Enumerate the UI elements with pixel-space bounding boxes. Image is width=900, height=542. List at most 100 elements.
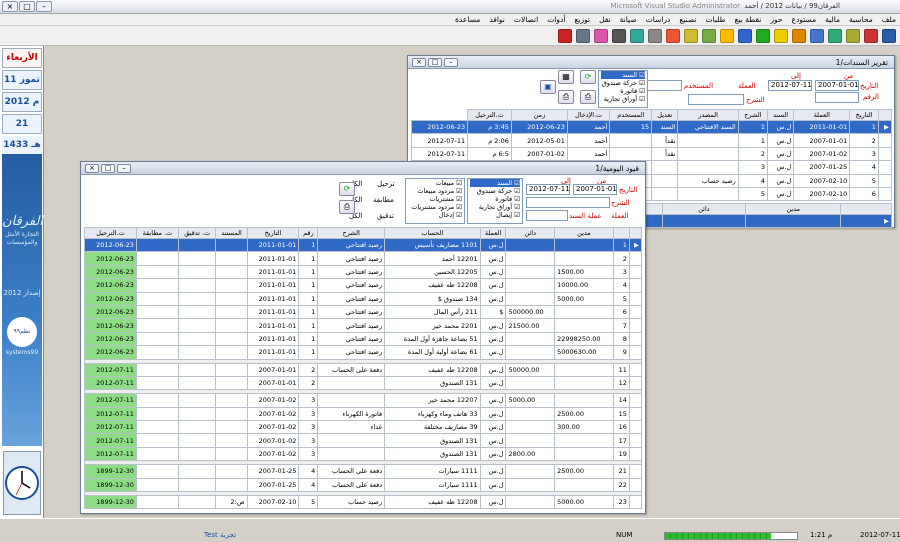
journal-type2-option[interactable]: ☑ إدخال bbox=[408, 211, 462, 219]
column-header[interactable]: العملة bbox=[479, 227, 507, 239]
print-preview-button[interactable]: ⎙ bbox=[580, 90, 596, 104]
journal-refresh-button[interactable]: ⟳ bbox=[339, 182, 355, 196]
column-header[interactable]: الحساب bbox=[384, 227, 481, 239]
cart-icon[interactable] bbox=[738, 29, 752, 43]
save-button[interactable]: ▣ bbox=[540, 80, 556, 94]
table-row[interactable]: 8 22998250.00 ل.س 51 بضاعة جاهزة أول المدة ر… bbox=[84, 331, 643, 347]
menu-item[interactable]: اتصالات bbox=[514, 15, 538, 24]
minimize-button[interactable]: – bbox=[36, 1, 52, 12]
table-row[interactable]: 16 300.00 ل.س 39 مصاريف مختلفة غداء 3 2007-01-… bbox=[84, 420, 643, 435]
column-header[interactable]: زمن bbox=[510, 109, 568, 121]
table-row[interactable]: 19 2800.00 ل.س 131 الصندوق 3 2007-01-02 2012-0… bbox=[84, 446, 643, 462]
reports-number-input[interactable] bbox=[815, 92, 859, 103]
table-row[interactable]: 14 5000.00 ل.س 12207 محمد خير 3 2007-01-02 201… bbox=[84, 393, 643, 408]
menu-item[interactable]: تصنيع bbox=[679, 15, 696, 24]
exit-icon[interactable] bbox=[558, 29, 572, 43]
maximize-button[interactable]: □ bbox=[19, 1, 35, 12]
column-header[interactable]: رقم bbox=[298, 227, 319, 239]
tag-icon[interactable] bbox=[792, 29, 806, 43]
row-indicator[interactable] bbox=[628, 393, 643, 408]
menu-item[interactable]: توزيع bbox=[574, 15, 590, 24]
journal-maximize-button[interactable]: □ bbox=[101, 164, 115, 173]
menu-item[interactable]: محاسبة bbox=[849, 15, 873, 24]
table-row[interactable]: ▶ 1 2011-01-01 ل.س 1 السند الافتتاحي السند 15 أح… bbox=[410, 119, 893, 135]
journal-type-option[interactable]: ☑ فاتورة bbox=[470, 195, 520, 203]
row-indicator[interactable] bbox=[628, 477, 643, 493]
pencil-icon[interactable] bbox=[864, 29, 878, 43]
journal-currency-input[interactable] bbox=[526, 210, 568, 221]
reports-type-option[interactable]: ☑ حركة صندوق bbox=[601, 79, 645, 87]
column-header[interactable]: التاريخ bbox=[849, 109, 879, 121]
row-indicator[interactable] bbox=[628, 464, 643, 479]
menu-item[interactable]: صيانة bbox=[620, 15, 637, 24]
menu-item[interactable]: نوافذ bbox=[489, 15, 505, 24]
list-icon[interactable] bbox=[828, 29, 842, 43]
lamp-icon[interactable] bbox=[774, 29, 788, 43]
journal-type-option[interactable]: ☑ حركة صندوق bbox=[470, 187, 520, 195]
reports-type-option[interactable]: ☑ أوراق تجارية bbox=[601, 95, 645, 103]
journal-type2-list[interactable]: ☑ مبيعات ☑ مردود مبيعات ☑ مشتريات ☑ مردود م… bbox=[405, 178, 465, 224]
column-header[interactable]: المستخدم bbox=[609, 109, 653, 121]
row-indicator[interactable] bbox=[628, 304, 643, 320]
table-row[interactable]: 2 2007-01-01 ل.س 1 نقداً أحمد 2012-05-01 2:06 م… bbox=[410, 133, 893, 148]
column-header[interactable]: السند bbox=[767, 109, 795, 121]
table-row[interactable]: 4 10000.00 ل.س 12208 ظه عفيف رصيد افتتاحي 1 20… bbox=[84, 278, 643, 293]
gift-icon[interactable] bbox=[594, 29, 608, 43]
column-header[interactable]: تعديل bbox=[651, 109, 679, 121]
pay-icon[interactable] bbox=[630, 29, 644, 43]
row-indicator[interactable] bbox=[628, 331, 643, 347]
table-row[interactable]: 21 2500.00 ل.س 1111 سيارات دفعة على الحساب 4 2… bbox=[84, 464, 643, 479]
row-indicator[interactable] bbox=[628, 291, 643, 306]
row-indicator[interactable] bbox=[628, 406, 643, 422]
row-indicator[interactable] bbox=[877, 186, 893, 202]
table-row[interactable]: 11 50000.00 ل.س 12208 ظه عفيف دفعة على الحسا… bbox=[84, 362, 643, 377]
clear-button[interactable]: ▦ bbox=[558, 70, 574, 84]
menu-item[interactable]: مالية bbox=[825, 15, 840, 24]
column-header[interactable]: العملة bbox=[793, 109, 851, 121]
journal-date-to[interactable]: 2012-07-11 bbox=[526, 184, 570, 195]
close-button[interactable]: × bbox=[2, 1, 18, 12]
menu-item[interactable]: نقل bbox=[599, 15, 611, 24]
reports-type-option[interactable]: ☑ السند bbox=[601, 71, 645, 79]
column-header[interactable]: دائن bbox=[661, 203, 747, 215]
printer-icon[interactable] bbox=[612, 29, 626, 43]
reports-type-list[interactable]: ☑ السند ☑ حركة صندوق ☑ فاتورة ☑ أوراق تجاري… bbox=[598, 70, 648, 108]
table-row[interactable]: 5 5000.00 ل.س 134 صندوق $ رصيد افتتاحي 1 2011-… bbox=[84, 291, 643, 306]
table-row[interactable]: 9 5000630.00 ل.س 61 بضاعة أولية أول المدة رص… bbox=[84, 345, 643, 360]
column-header[interactable]: الشرح bbox=[317, 227, 386, 239]
column-header[interactable]: ت.الترحيل bbox=[84, 227, 137, 239]
coins-icon[interactable] bbox=[684, 29, 698, 43]
row-indicator[interactable] bbox=[628, 264, 643, 280]
row-indicator[interactable]: ▶ bbox=[877, 119, 893, 135]
column-header[interactable]: مدين bbox=[745, 203, 842, 215]
journal-type-option[interactable]: ☑ إيصال bbox=[470, 211, 520, 219]
table-row[interactable]: 3 1500.00 ل.س 12205 الحسين رصيد افتتاحي 1 2011… bbox=[84, 264, 643, 280]
row-indicator[interactable] bbox=[628, 420, 643, 435]
row-indicator[interactable] bbox=[628, 495, 643, 510]
column-header[interactable]: التاريخ bbox=[246, 227, 300, 239]
refresh-button[interactable]: ⟳ bbox=[580, 70, 596, 84]
reports-minimize-button[interactable]: – bbox=[444, 58, 458, 67]
row-indicator[interactable] bbox=[628, 345, 643, 360]
row-indicator[interactable] bbox=[628, 375, 643, 391]
journal-type2-option[interactable]: ☑ مردود مشتريات bbox=[408, 203, 462, 211]
table-row[interactable]: 15 2500.00 ل.س 33 هاتف وماء وكهرباء فاتورة ا… bbox=[84, 406, 643, 422]
column-header[interactable]: دائن bbox=[505, 227, 556, 239]
menu-item[interactable]: طلبات bbox=[705, 15, 725, 24]
calculator-icon[interactable] bbox=[576, 29, 590, 43]
reports-date-from[interactable]: 2007-01-01 bbox=[815, 80, 859, 91]
column-header[interactable]: ت.الترحيل bbox=[467, 109, 512, 121]
row-indicator[interactable] bbox=[628, 318, 643, 333]
table-row[interactable]: 22 ل.س 1111 سيارات دفعة على الحساب 4 2007-01-… bbox=[84, 477, 643, 493]
column-header[interactable]: مدين bbox=[554, 227, 614, 239]
menu-item[interactable]: حوز bbox=[770, 15, 782, 24]
table-row[interactable]: 7 21500.00 ل.س 2201 محمد خير رصيد افتتاحي 1 20… bbox=[84, 318, 643, 333]
folder-icon[interactable] bbox=[720, 29, 734, 43]
card-icon[interactable] bbox=[810, 29, 824, 43]
row-indicator[interactable]: ▶ bbox=[840, 213, 892, 229]
reports-type-option[interactable]: ☑ فاتورة bbox=[601, 87, 645, 95]
table-row[interactable]: 2 ل.س 12201 أحمد رصيد افتتاحي 1 2011-01-01 201… bbox=[84, 251, 643, 266]
journal-desc-input[interactable] bbox=[526, 197, 610, 208]
row-indicator[interactable] bbox=[628, 362, 643, 377]
menu-item[interactable]: ملف bbox=[882, 15, 896, 24]
